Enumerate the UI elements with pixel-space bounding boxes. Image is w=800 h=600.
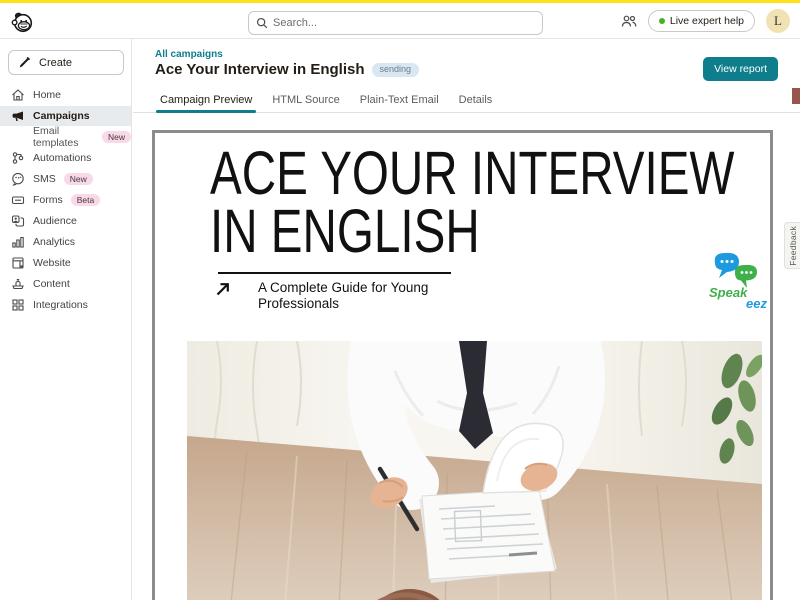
pencil-icon: [19, 56, 31, 68]
online-status-dot: [658, 18, 665, 24]
breadcrumb-all-campaigns[interactable]: All campaigns: [155, 49, 223, 60]
view-report-button[interactable]: View report: [703, 57, 778, 81]
bar-chart-icon: [11, 235, 25, 249]
sidebar-item-home[interactable]: Home: [0, 85, 131, 105]
sidebar-item-label: Automations: [33, 152, 92, 164]
sidebar-item-label: Website: [33, 257, 71, 269]
content-icon: [11, 277, 25, 291]
sidebar-item-label: Email templates: [33, 125, 79, 149]
sidebar-item-analytics[interactable]: Analytics: [0, 232, 131, 252]
sidebar-item-automations[interactable]: Automations: [0, 148, 131, 168]
feedback-label: Feedback: [787, 225, 798, 266]
tab-details[interactable]: Details: [449, 89, 503, 112]
mailchimp-app: Live expert help L Create Home Campaigns: [0, 0, 800, 600]
tab-plain-text-email[interactable]: Plain-Text Email: [350, 89, 449, 112]
sidebar-item-label: Audience: [33, 215, 77, 227]
sidebar-item-label: Integrations: [33, 299, 88, 311]
global-search: [248, 11, 543, 35]
logo-text-eez: eez: [746, 296, 767, 311]
arrow-up-right-icon: [216, 283, 229, 296]
sidebar: Create Home Campaigns Email templates Ne…: [0, 39, 132, 600]
feedback-tab[interactable]: Feedback: [784, 222, 800, 269]
sms-bubble-icon: [11, 172, 25, 186]
live-expert-help-button[interactable]: Live expert help: [647, 10, 755, 32]
sidebar-item-label: Forms: [33, 194, 63, 206]
search-icon: [256, 17, 268, 29]
sidebar-item-campaigns[interactable]: Campaigns: [0, 106, 131, 126]
email-preview-frame: ACE YOUR INTERVIEW IN ENGLISH A Complete…: [152, 130, 773, 600]
grid-icon: [11, 298, 25, 312]
email-headline: ACE YOUR INTERVIEW IN ENGLISH: [210, 139, 735, 265]
topbar: Live expert help L: [0, 3, 800, 39]
tab-campaign-preview[interactable]: Campaign Preview: [150, 89, 262, 113]
sidebar-item-email-templates[interactable]: Email templates New: [0, 125, 131, 149]
new-badge: New: [101, 131, 131, 143]
live-expert-help-label: Live expert help: [669, 15, 744, 27]
sidebar-item-label: Campaigns: [33, 110, 90, 122]
website-icon: [11, 256, 25, 270]
headline-divider: [218, 272, 451, 274]
sidebar-item-integrations[interactable]: Integrations: [0, 295, 131, 315]
sidebar-item-sms[interactable]: SMS New: [0, 169, 131, 189]
campaign-tabs: Campaign Preview HTML Source Plain-Text …: [133, 89, 800, 113]
scrollbar-thumb[interactable]: [792, 88, 800, 104]
interview-photo: [187, 341, 762, 600]
home-icon: [11, 88, 25, 102]
mailchimp-logo-icon[interactable]: [10, 10, 34, 34]
contacts-icon[interactable]: [621, 14, 637, 28]
automations-icon: [11, 151, 25, 165]
page-title: Ace Your Interview in English: [155, 61, 365, 78]
status-badge: sending: [371, 62, 420, 77]
search-input[interactable]: [273, 17, 542, 29]
sidebar-item-forms[interactable]: Forms Beta: [0, 190, 131, 210]
sidebar-item-audience[interactable]: Audience: [0, 211, 131, 231]
logo-text-speak: Speak: [709, 285, 748, 300]
megaphone-icon: [11, 109, 25, 123]
audience-icon: [11, 214, 25, 228]
forms-icon: [11, 193, 25, 207]
speakeez-logo: Speak eez: [709, 252, 767, 311]
sidebar-item-label: Content: [33, 278, 70, 290]
tab-html-source[interactable]: HTML Source: [262, 89, 349, 112]
sidebar-item-content[interactable]: Content: [0, 274, 131, 294]
campaign-header: All campaigns Ace Your Interview in Engl…: [133, 39, 800, 89]
sidebar-item-label: Analytics: [33, 236, 76, 248]
sidebar-item-label: Home: [33, 89, 62, 101]
new-badge: New: [63, 173, 93, 185]
account-avatar[interactable]: L: [766, 9, 790, 33]
create-button[interactable]: Create: [8, 50, 124, 75]
topbar-right: Live expert help L: [621, 8, 790, 34]
email-subtitle: A Complete Guide for Young Professionals: [258, 280, 429, 311]
beta-badge: Beta: [70, 194, 101, 206]
sidebar-item-label: SMS: [33, 173, 56, 185]
create-label: Create: [39, 56, 73, 69]
sidebar-item-website[interactable]: Website: [0, 253, 131, 273]
